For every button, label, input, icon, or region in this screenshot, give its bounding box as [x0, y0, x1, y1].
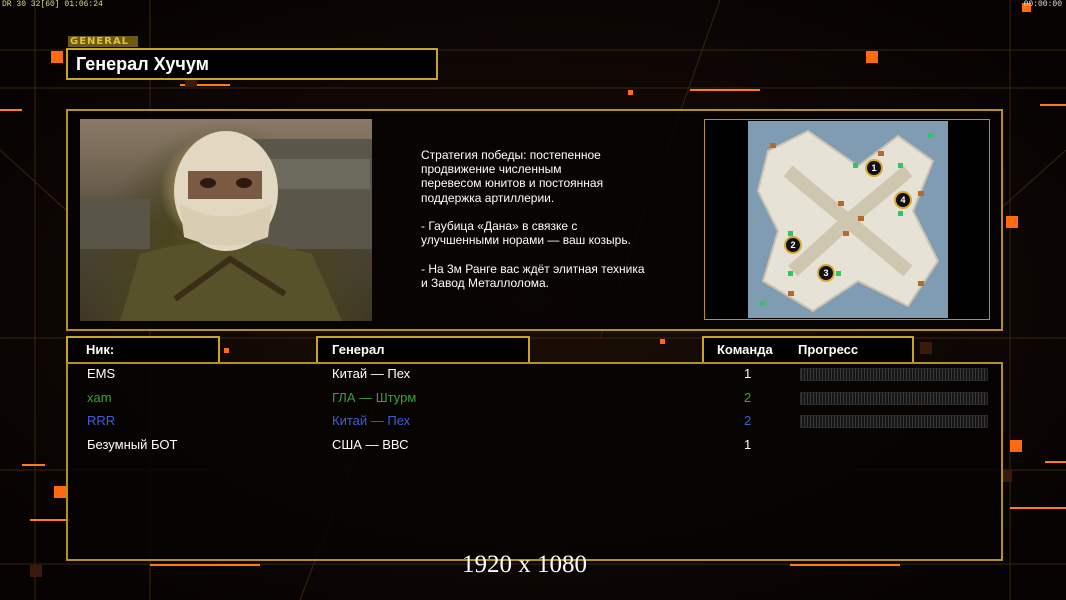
player-progress-bar — [800, 415, 988, 428]
column-label-nick: Ник: — [86, 342, 115, 357]
player-nick: xam — [87, 390, 112, 405]
player-list: EMS Китай — Пех 1 xam ГЛА — Штурм 2 RRR … — [66, 362, 1003, 561]
player-row: RRR Китай — Пех 2 — [68, 411, 1001, 433]
column-label-general: Генерал — [332, 342, 385, 357]
general-portrait — [80, 119, 372, 321]
map-marker-3: 3 — [817, 264, 835, 282]
player-row: EMS Китай — Пех 1 — [68, 364, 1001, 386]
column-label-progress: Прогресс — [798, 342, 859, 357]
title-box: Генерал Хучум — [66, 48, 438, 80]
strategy-description: Стратегия победы: постепенное продвижени… — [421, 148, 645, 290]
general-info-panel: Стратегия победы: постепенное продвижени… — [66, 109, 1003, 331]
map-marker-1: 1 — [865, 159, 883, 177]
player-general: Китай — Пех — [332, 366, 411, 381]
player-nick: RRR — [87, 413, 116, 428]
column-header-general: Генерал — [316, 336, 530, 364]
player-general: США — ВВС — [332, 437, 409, 452]
player-general: ГЛА — Штурм — [332, 390, 417, 405]
player-team: 2 — [744, 390, 752, 405]
map-marker-4: 4 — [894, 191, 912, 209]
portrait-image — [80, 131, 372, 321]
player-progress-bar — [800, 368, 988, 381]
map-marker-2: 2 — [784, 236, 802, 254]
player-row: Безумный БОТ США — ВВС 1 — [68, 435, 1001, 457]
column-header-nick: Ник: — [66, 336, 220, 364]
player-nick: EMS — [87, 366, 116, 381]
general-tag: GENERAL — [68, 36, 138, 47]
player-team: 2 — [744, 413, 752, 428]
minimap: 1 2 3 4 — [748, 121, 948, 318]
resolution-label: 1920 x 1080 — [462, 551, 587, 578]
column-label-team: Команда — [717, 342, 773, 357]
hud-debug-readout: DR 30 32[60] 01:06:24 — [2, 0, 103, 9]
player-team: 1 — [744, 437, 752, 452]
player-row: xam ГЛА — Штурм 2 — [68, 388, 1001, 410]
player-nick: Безумный БОТ — [87, 437, 178, 452]
player-team: 1 — [744, 366, 752, 381]
player-progress-bar — [800, 392, 988, 405]
general-title: Генерал Хучум — [76, 54, 209, 74]
player-general: Китай — Пех — [332, 413, 411, 428]
hud-clock: 00:00:00 — [1023, 0, 1062, 9]
map-preview[interactable]: 1 2 3 4 — [704, 119, 990, 320]
column-header-team-progress: Команда Прогресс — [702, 336, 914, 364]
